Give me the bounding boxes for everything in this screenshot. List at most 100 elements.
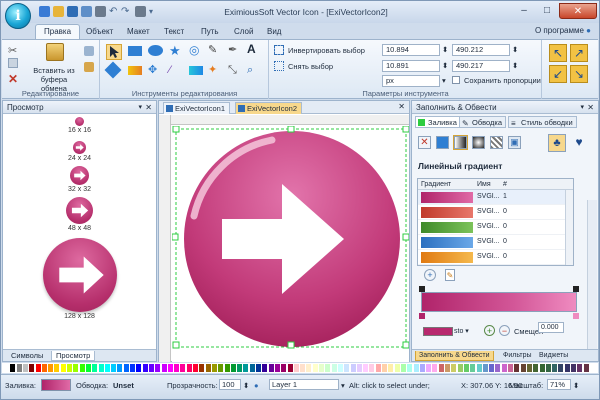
palette-swatch[interactable]	[363, 364, 369, 372]
cut-icon[interactable]: ✂	[8, 44, 22, 58]
handle-top-right[interactable]	[402, 125, 410, 133]
palette-swatch[interactable]	[104, 364, 110, 372]
palette-swatch[interactable]	[558, 364, 564, 372]
x-spin-icon[interactable]: ⬍	[442, 45, 448, 54]
y-spin-icon[interactable]: ⬍	[442, 61, 448, 70]
spiral-tool-icon[interactable]: ◎	[189, 44, 203, 58]
palette-swatch[interactable]	[29, 364, 35, 372]
rp-pin-icon[interactable]: ▾	[580, 101, 584, 114]
palette-swatch[interactable]	[369, 364, 375, 372]
palette-swatch[interactable]	[571, 364, 576, 372]
palette-swatch[interactable]	[281, 364, 287, 372]
table-row[interactable]: SVGI... 0	[418, 205, 573, 220]
palette-swatch[interactable]	[438, 364, 444, 372]
tab-stroke-style[interactable]: ≡ Стиль обводки	[508, 116, 577, 128]
handle-bottom[interactable]	[287, 341, 295, 349]
align-bottom-left-icon[interactable]: ↙	[549, 65, 567, 83]
even-odd-icon[interactable]: ♣	[548, 134, 566, 152]
zoom-tool-icon[interactable]: ⌕	[247, 64, 261, 78]
palette-swatch[interactable]	[16, 364, 22, 372]
tab-object[interactable]: Объект	[86, 25, 113, 39]
table-row[interactable]: SVGI... 1	[418, 190, 573, 205]
tab-layer[interactable]: Слой	[234, 25, 253, 39]
no-fill-icon[interactable]: ✕	[418, 136, 431, 149]
radial-gradient-icon[interactable]	[472, 136, 485, 149]
table-row[interactable]: SVGI... 0	[418, 235, 573, 250]
align-top-right-icon[interactable]: ↗	[570, 44, 588, 62]
palette-swatch[interactable]	[495, 364, 501, 372]
palette-swatch[interactable]	[293, 364, 299, 372]
palette-swatch[interactable]	[73, 364, 79, 372]
close-button[interactable]: ✕	[559, 3, 597, 19]
palette-swatch[interactable]	[526, 364, 532, 372]
print-preview-icon[interactable]	[135, 6, 146, 17]
height-field[interactable]: 490.217	[452, 60, 510, 72]
spray-tool-icon[interactable]: ✦	[208, 64, 222, 78]
doc-tab-1[interactable]: ExiVectorIcon1	[163, 102, 231, 114]
tab-text[interactable]: Текст	[164, 25, 184, 39]
handle-top-left[interactable]	[172, 125, 180, 133]
palette-swatch[interactable]	[501, 364, 507, 372]
opacity-field[interactable]: 100	[219, 379, 241, 390]
tab-edit[interactable]: Правка	[35, 24, 81, 40]
palette-swatch[interactable]	[186, 364, 192, 372]
palette-swatch[interactable]	[4, 364, 9, 372]
palette-swatch[interactable]	[92, 364, 98, 372]
remove-stop-icon[interactable]: −	[499, 325, 510, 336]
palette-swatch[interactable]	[350, 364, 356, 372]
palette-swatch[interactable]	[262, 364, 268, 372]
doc-tab-2[interactable]: ExiVectorIcon2	[235, 102, 303, 114]
delete-icon[interactable]: ✕	[8, 72, 22, 86]
fill-status-swatch[interactable]	[41, 379, 71, 391]
palette-swatch[interactable]	[237, 364, 243, 372]
palette-swatch[interactable]	[98, 364, 104, 372]
palette-swatch[interactable]	[111, 364, 117, 372]
tab-stroke[interactable]: ✎ Обводка	[459, 116, 507, 128]
zoom-spin-icon[interactable]: ⬍	[573, 381, 579, 390]
gradient-stop-marker-end[interactable]	[573, 313, 579, 319]
palette-swatch[interactable]	[300, 364, 306, 372]
swatch-fill-icon[interactable]: ▣	[508, 136, 521, 149]
palette-swatch[interactable]	[10, 364, 16, 372]
palette-swatch[interactable]	[79, 364, 85, 372]
unit-dropdown-icon[interactable]: ▾	[442, 76, 446, 85]
palette-swatch[interactable]	[520, 364, 526, 372]
tab-path[interactable]: Путь	[201, 25, 219, 39]
unit-select[interactable]: px	[382, 75, 440, 87]
palette-swatch[interactable]	[325, 364, 331, 372]
edit-gradient-icon[interactable]: ✎	[445, 269, 455, 281]
align-bottom-right-icon[interactable]: ↘	[570, 65, 588, 83]
palette-swatch[interactable]	[577, 364, 583, 372]
palette-swatch[interactable]	[60, 364, 66, 372]
x-field[interactable]: 10.894	[382, 44, 440, 56]
palette-swatch[interactable]	[319, 364, 324, 372]
tab-preview[interactable]: Просмотр	[51, 351, 96, 361]
palette-swatch[interactable]	[243, 364, 249, 372]
handle-bottom-right[interactable]	[402, 341, 410, 349]
save-icon[interactable]	[67, 6, 78, 17]
maximize-button[interactable]: □	[536, 3, 558, 19]
palette-swatch[interactable]	[445, 364, 450, 372]
palette-swatch[interactable]	[463, 364, 469, 372]
star-tool-icon[interactable]: ★	[169, 44, 183, 58]
palette-swatch[interactable]	[205, 364, 211, 372]
width-field[interactable]: 490.212	[452, 44, 510, 56]
palette-swatch[interactable]	[432, 364, 438, 372]
minimize-button[interactable]: –	[513, 3, 535, 19]
doc-close-icon[interactable]: ✕	[398, 102, 405, 111]
palette-swatch[interactable]	[508, 364, 513, 372]
palette-swatch[interactable]	[539, 364, 545, 372]
rectangle-tool-icon[interactable]	[128, 46, 142, 56]
undo-icon[interactable]: ↶	[109, 6, 120, 17]
palette-swatch[interactable]	[514, 364, 520, 372]
gradient-preview-bar[interactable]	[421, 292, 577, 312]
palette-swatch[interactable]	[274, 364, 280, 372]
palette-swatch[interactable]	[489, 364, 495, 372]
add-stop-icon[interactable]: +	[484, 325, 495, 336]
open-icon[interactable]	[53, 6, 64, 17]
palette-swatch[interactable]	[142, 364, 148, 372]
stop-color-swatch[interactable]	[423, 327, 453, 336]
palette-swatch[interactable]	[249, 364, 255, 372]
pattern-fill-icon[interactable]	[490, 136, 503, 149]
linear-gradient-icon[interactable]	[453, 135, 468, 150]
